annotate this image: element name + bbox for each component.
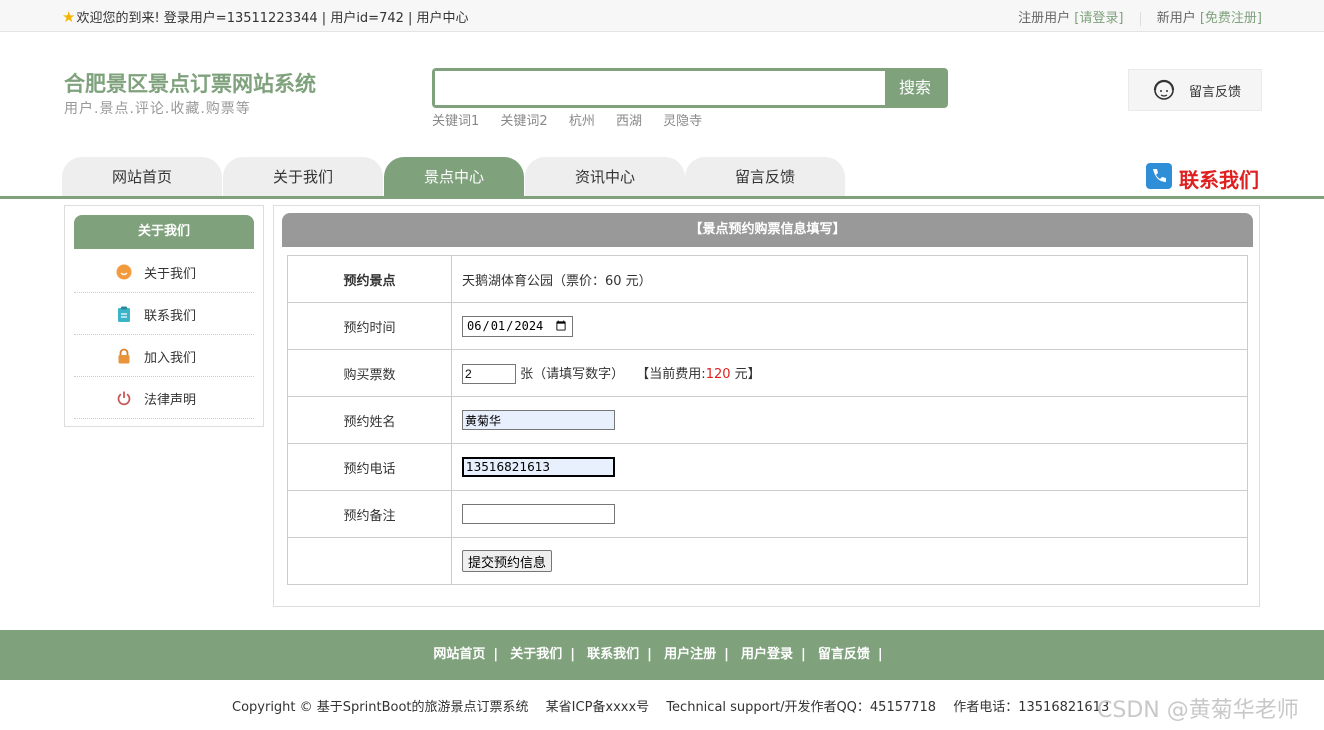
form-row-submit: 提交预约信息 [287, 537, 1248, 585]
footer-separator: | [647, 647, 652, 662]
footer-separator: | [570, 647, 576, 662]
submit-button[interactable]: 提交预约信息 [462, 550, 553, 572]
nav-tab-about[interactable]: 关于我们 [223, 157, 383, 197]
fee-prefix: 【当前费用: [636, 366, 706, 382]
signup-link[interactable]: [免费注册] [1200, 11, 1262, 26]
footer-separator: | [493, 647, 499, 662]
login-link[interactable]: [请登录] [1074, 11, 1123, 26]
sidebar-item-join[interactable]: 加入我们 [74, 335, 254, 377]
welcome-text: ★欢迎您的到来! 登录用户=13511223344 | 用户id=742 | 用… [62, 7, 469, 26]
footer-link-home[interactable]: 网站首页 [433, 647, 485, 662]
form-row-phone: 预约电话 [287, 443, 1248, 491]
fee-value: 120 [705, 366, 731, 382]
sidebar: 关于我们 关于我们 联系我们 加入我们 法律声明 [64, 205, 264, 427]
sidebar-item-contact[interactable]: 联系我们 [74, 293, 254, 335]
nav-tab-feedback[interactable]: 留言反馈 [685, 157, 845, 197]
name-label: 预约姓名 [287, 396, 452, 444]
nav-underline [0, 196, 1324, 199]
sidebar-item-label: 法律声明 [144, 393, 197, 408]
power-icon [117, 391, 131, 406]
search-button[interactable]: 搜索 [885, 71, 945, 105]
support-text: Technical support/开发作者QQ：45157718 [666, 700, 937, 715]
spot-value: 天鹅湖体育公园（票价：60 元） [451, 255, 1248, 303]
site-subtitle: 用户.景点.评论.收藏.购票等 [64, 101, 251, 117]
search-box: 搜索 [432, 68, 948, 108]
keyword-link[interactable]: 关键词2 [500, 114, 547, 129]
sidebar-title: 关于我们 [74, 215, 254, 249]
site-title: 合肥景区景点订票网站系统 [64, 72, 316, 96]
feedback-label: 留言反馈 [1189, 85, 1242, 100]
phone-input[interactable] [462, 457, 615, 477]
empty-cell [287, 537, 452, 585]
keyword-link[interactable]: 西湖 [616, 114, 642, 129]
copyright-line: Copyright © 基于SprintBoot的旅游景点订票系统 某省ICP备… [232, 696, 1122, 715]
copyright-text: Copyright © 基于SprintBoot的旅游景点订票系统 [232, 700, 529, 715]
form-row-remark: 预约备注 [287, 490, 1248, 538]
lock-icon [118, 348, 130, 364]
booking-form: 预约景点 天鹅湖体育公园（票价：60 元） 预约时间 购买票数 张（请填写数字）… [287, 255, 1248, 585]
remark-input[interactable] [462, 504, 615, 524]
date-input[interactable] [462, 315, 573, 337]
time-label: 预约时间 [287, 302, 452, 350]
keyword-link[interactable]: 灵隐寺 [663, 114, 702, 129]
footer-link-feedback[interactable]: 留言反馈 [818, 647, 870, 662]
footer-link-login[interactable]: 用户登录 [741, 647, 793, 662]
footer-link-contact[interactable]: 联系我们 [587, 647, 639, 662]
name-input[interactable] [462, 410, 615, 430]
nav-tab-news[interactable]: 资讯中心 [525, 157, 685, 197]
form-row-spot: 预约景点 天鹅湖体育公园（票价：60 元） [287, 255, 1248, 303]
author-phone-text: 作者电话：13516821613 [953, 700, 1110, 715]
footer-separator: | [800, 647, 806, 662]
panel-heading: 【景点预约购票信息填写】 [282, 213, 1253, 247]
phone-label: 预约电话 [287, 443, 452, 491]
sidebar-item-about[interactable]: 关于我们 [74, 251, 254, 293]
watermark: CSDN @黄菊华老师 [1097, 698, 1299, 723]
count-label: 购买票数 [287, 349, 452, 397]
newuser-prefix: 新用户 [1156, 11, 1196, 26]
booking-panel: 【景点预约购票信息填写】 预约景点 天鹅湖体育公园（票价：60 元） 预约时间 … [273, 205, 1260, 607]
ticket-count-input[interactable] [462, 363, 516, 384]
fee-suffix: 元】 [734, 366, 761, 382]
divider [1139, 11, 1141, 26]
keyword-link[interactable]: 杭州 [569, 114, 595, 129]
smile-icon [116, 264, 132, 280]
sidebar-item-label: 关于我们 [144, 267, 197, 282]
footer-nav: 网站首页 | 关于我们 | 联系我们 | 用户注册 | 用户登录 | 留言反馈 | [0, 630, 1324, 680]
sidebar-item-label: 联系我们 [144, 309, 197, 324]
icp-text: 某省ICP备xxxx号 [545, 700, 650, 715]
keyword-links: 关键词1 关键词2 杭州 西湖 灵隐寺 [432, 110, 719, 129]
top-bar: ★欢迎您的到来! 登录用户=13511223344 | 用户id=742 | 用… [0, 0, 1324, 32]
form-row-time: 预约时间 [287, 302, 1248, 350]
footer-separator: | [724, 647, 729, 662]
remark-label: 预约备注 [287, 490, 452, 538]
footer-separator: | [877, 647, 883, 662]
register-prefix: 注册用户 [1018, 11, 1071, 26]
contact-label: 联系我们 [1179, 168, 1259, 192]
footer-link-about[interactable]: 关于我们 [510, 647, 562, 662]
customer-service-icon [1153, 79, 1175, 100]
sidebar-item-label: 加入我们 [144, 351, 197, 366]
footer-link-register[interactable]: 用户注册 [664, 647, 716, 662]
nav-tab-home[interactable]: 网站首页 [62, 157, 222, 197]
clipboard-icon [118, 306, 130, 322]
form-row-count: 购买票数 张（请填写数字） 【当前费用:120 元】 [287, 349, 1248, 397]
spot-label: 预约景点 [287, 255, 452, 303]
account-links: 注册用户 [请登录] 新用户 [免费注册] [1018, 7, 1262, 26]
search-input[interactable] [435, 71, 887, 105]
nav-tab-spots[interactable]: 景点中心 [384, 157, 524, 197]
form-row-name: 预约姓名 [287, 396, 1248, 444]
keyword-link[interactable]: 关键词1 [432, 114, 479, 129]
star-icon: ★ [62, 8, 76, 26]
count-hint: 张（请填写数字） [520, 366, 625, 382]
phone-icon [1146, 163, 1172, 189]
welcome-label: 欢迎您的到来! 登录用户=13511223344 | 用户id=742 | 用户… [76, 11, 469, 26]
sidebar-item-legal[interactable]: 法律声明 [74, 377, 254, 419]
feedback-button[interactable]: 留言反馈 [1128, 69, 1262, 111]
